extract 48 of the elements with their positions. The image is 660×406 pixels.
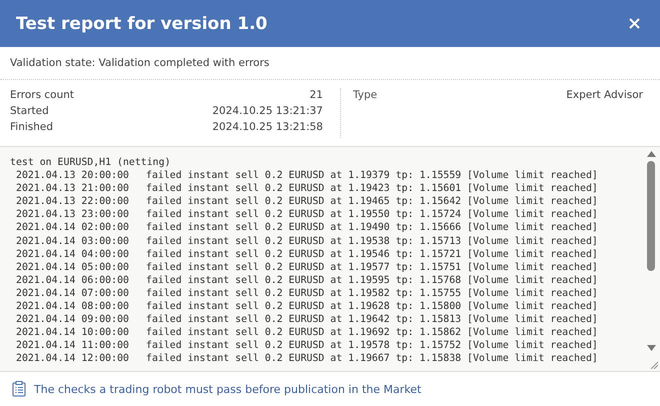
clipboard-icon — [12, 381, 26, 397]
scroll-down-icon[interactable] — [646, 345, 656, 351]
window-title: Test report for version 1.0 — [16, 14, 268, 34]
log-message: failed instant sell 0.2 EURUSD at 1.19578 tp: 1.15752 [Volume limit reached] — [146, 339, 598, 352]
log-message: failed instant sell 0.2 EURUSD at 1.19667 tp: 1.15838 [Volume limit reached] — [146, 352, 598, 366]
log-message: failed instant sell 0.2 EURUSD at 1.19465 tp: 1.15642 [Volume limit reached] — [146, 195, 598, 208]
log-message: failed instant sell 0.2 EURUSD at 1.19490 tp: 1.15666 [Volume limit reached] — [146, 221, 598, 235]
field-value: 2024.10.25 13:21:37 — [212, 104, 323, 118]
field-label: Type — [353, 88, 378, 102]
log-time: 2021.04.14 06:00:00 — [16, 274, 130, 287]
log-time: 2021.04.14 07:00:00 — [16, 286, 130, 300]
log-message: failed instant sell 0.2 EURUSD at 1.19550 tp: 1.15724 [Volume limit reached] — [146, 208, 598, 222]
publication-checks-link[interactable]: The checks a trading robot must pass before publication in the Market — [34, 382, 422, 396]
log-time: 2021.04.14 02:00:00 — [16, 221, 130, 235]
log-message: failed instant sell 0.2 EURUSD at 1.19642 tp: 1.15813 [Volume limit reached] — [146, 313, 598, 326]
log-message: failed instant sell 0.2 EURUSD at 1.19577 tp: 1.15751 [Volume limit reached] — [146, 260, 598, 274]
log-time: 2021.04.14 04:00:00 — [16, 248, 130, 261]
field-value: 2024.10.25 13:21:58 — [212, 120, 323, 134]
log-message: failed instant sell 0.2 EURUSD at 1.19546 tp: 1.15721 [Volume limit reached] — [146, 248, 598, 261]
log-time: 2021.04.13 22:00:00 — [16, 195, 130, 208]
log-time: 2021.04.14 03:00:00 — [16, 234, 130, 248]
log-message: failed instant sell 0.2 EURUSD at 1.19423 tp: 1.15601 [Volume limit reached] — [146, 182, 598, 196]
log-time: 2021.04.13 21:00:00 — [16, 182, 130, 196]
log-message: failed instant sell 0.2 EURUSD at 1.19538 tp: 1.15713 [Volume limit reached] — [146, 234, 598, 248]
validation-state: Validation state: Validation completed with errors — [10, 57, 270, 69]
log-message: failed instant sell 0.2 EURUSD at 1.19582 tp: 1.15755 [Volume limit reached] — [146, 286, 598, 300]
log-message: failed instant sell 0.2 EURUSD at 1.19692 tp: 1.15862 [Volume limit reached] — [146, 326, 598, 340]
field-value: Expert Advisor — [566, 88, 643, 102]
log-message: failed instant sell 0.2 EURUSD at 1.19379 tp: 1.15559 [Volume limit reached] — [146, 169, 598, 182]
log-time: 2021.04.14 09:00:00 — [16, 313, 130, 326]
log-time: 2021.04.14 12:00:00 — [16, 352, 130, 366]
log-message: failed instant sell 0.2 EURUSD at 1.19628 tp: 1.15800 [Volume limit reached] — [146, 300, 598, 314]
log-time: 2021.04.14 11:00:00 — [16, 339, 130, 352]
log-time: 2021.04.14 08:00:00 — [16, 300, 130, 314]
log-time: 2021.04.14 10:00:00 — [16, 326, 130, 340]
resize-grip-icon[interactable] — [650, 361, 658, 369]
log-time: 2021.04.13 23:00:00 — [16, 208, 130, 222]
scroll-up-icon[interactable] — [646, 151, 656, 157]
log-time: 2021.04.13 20:00:00 — [16, 169, 130, 182]
field-value: 21 — [310, 88, 323, 102]
close-icon[interactable] — [629, 18, 640, 29]
field-label: Started — [10, 104, 49, 118]
scrollbar-thumb[interactable] — [647, 161, 655, 271]
log-time: 2021.04.14 05:00:00 — [16, 260, 130, 274]
field-label: Errors count — [10, 88, 74, 102]
log-message: failed instant sell 0.2 EURUSD at 1.19595 tp: 1.15768 [Volume limit reached] — [146, 274, 598, 287]
log-heading: test on EURUSD,H1 (netting) — [10, 157, 171, 168]
field-label: Finished — [10, 120, 54, 134]
